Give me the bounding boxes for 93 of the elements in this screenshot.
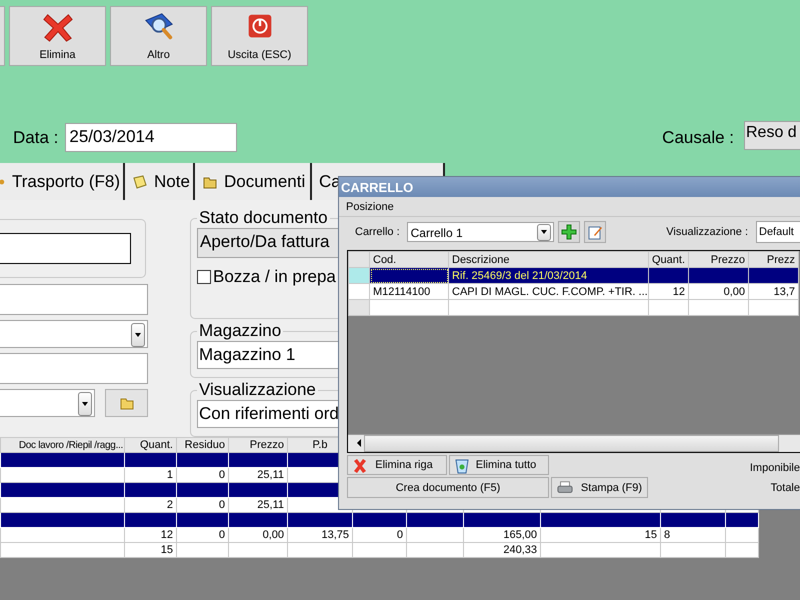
total-label: Imponibile [750,462,800,474]
table-cell [726,528,758,542]
table-cell [176,542,228,558]
table-cell: 240,33 [464,542,540,558]
cross-icon [352,458,368,474]
group-row-cell [288,512,352,528]
input-field[interactable] [0,284,148,315]
dropdown-field[interactable] [0,389,95,417]
printer-icon [556,480,573,496]
cross-icon [42,11,74,43]
print-button[interactable]: Stampa (F9) [551,477,648,498]
column-header[interactable]: Descrizione [448,252,648,268]
table-cell [406,528,464,542]
table-cell [748,268,798,284]
checkbox-label: Bozza / in prepa [213,267,336,287]
plus-icon [560,224,577,240]
tab[interactable]: Documenti [195,163,312,200]
input-field[interactable] [0,233,131,264]
table-cell [228,542,288,558]
table-cell: 0 [176,528,228,542]
group-row-cell [660,512,726,528]
group-row-cell [124,452,176,468]
table-cell: 8 [660,528,726,542]
table-cell [660,542,726,558]
group-row-cell [228,512,288,528]
view-dropdown[interactable]: Default [756,221,800,243]
group-row-cell [228,452,288,468]
date-label: Data : [13,128,58,148]
group-title: Visualizzazione [198,380,317,400]
checkbox[interactable] [197,270,211,284]
pencil-icon [586,224,603,240]
table-cell [648,268,688,284]
table-cell: 0,00 [228,528,288,542]
table-cell: CAPI DI MAGL. CUC. F.COMP. +TIR. ... [448,284,648,300]
input-field[interactable] [0,353,148,384]
table-cell: 165,00 [464,528,540,542]
cart-dropdown[interactable]: Carrello 1 [406,222,554,242]
group-title: Stato documento [198,208,329,228]
toolbar-button[interactable]: Uscita (ESC) [211,6,308,66]
column-header[interactable]: Residuo [176,438,228,452]
edit-button[interactable] [584,221,606,243]
table-cell: 12 [648,284,688,300]
causale-label: Causale : [662,128,734,148]
dialog-title: CARRELLO [339,177,800,197]
group-row-cell [352,512,406,528]
table-cell [288,542,352,558]
folder-button[interactable] [105,389,148,417]
note-icon [132,174,148,190]
table-cell [406,542,464,558]
dropdown-field[interactable] [0,320,148,348]
column-header[interactable]: Quant. [648,252,688,268]
table-cell: 12 [124,528,176,542]
table-cell: 0 [352,528,406,542]
table-cell: 15 [540,528,660,542]
create-document-button[interactable]: Crea documento (F5) [347,477,549,498]
group-row-cell [124,482,176,498]
column-header[interactable]: Prezz [748,252,798,268]
group-row-cell [228,482,288,498]
group-row-cell [176,452,228,468]
column-header[interactable]: Quant. [124,438,176,452]
group-row-cell [406,512,464,528]
tab[interactable]: Trasporto (F8) [0,163,125,200]
table-cell: 13,7 [748,284,798,300]
total-label: Totale [770,482,800,494]
group-title: Magazzino [198,321,282,341]
table-cell: 15 [124,542,176,558]
toolbar-button[interactable]: Elimina [9,6,106,66]
table-cell: M12114100 [370,284,448,300]
causale-field[interactable]: Reso d [744,121,800,150]
delete-all-button[interactable]: Elimina tutto [449,455,549,475]
table-cell: 0,00 [688,284,748,300]
menu-item[interactable]: Posizione [346,201,394,213]
table-cell [688,268,748,284]
bin-icon [454,458,470,474]
column-header[interactable]: Cod. [370,252,448,268]
column-header[interactable]: Doc lavoro /Riepil /ragg... [0,438,124,452]
table-cell: Rif. 25469/3 del 21/03/2014 [448,268,648,284]
table-cell: 13,75 [288,528,352,542]
delete-row-button[interactable]: Elimina riga [347,455,447,475]
group-row-cell [176,482,228,498]
group-row-cell [124,512,176,528]
column-header[interactable]: Prezzo [228,438,288,452]
tab[interactable]: Note [125,163,195,200]
column-header[interactable]: Prezzo [688,252,748,268]
horizontal-scrollbar[interactable] [348,434,800,452]
view-label: Visualizzazione : [666,226,748,238]
toolbar-button[interactable]: Altro [110,6,207,66]
row-selector[interactable] [348,284,370,300]
table-cell [352,542,406,558]
group-row-cell [176,512,228,528]
date-field[interactable]: 25/03/2014 [65,123,238,152]
table-cell [726,542,758,558]
add-button[interactable] [558,221,580,243]
